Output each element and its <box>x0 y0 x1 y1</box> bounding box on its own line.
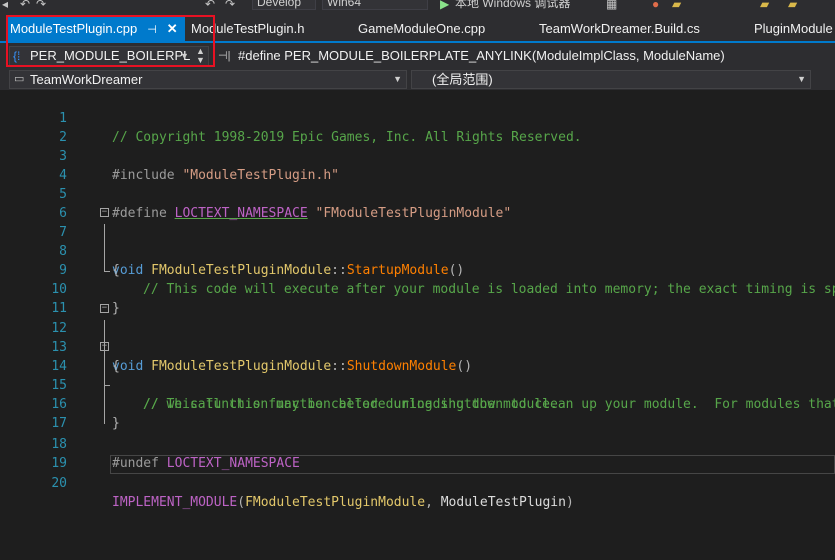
code-line: 16 } <box>0 376 835 431</box>
tab-moduletestplugin-cpp[interactable]: ModuleTestPlugin.cpp ⊣ ✕ <box>6 17 185 41</box>
code-line: 9 // This code will execute after your m… <box>0 242 835 297</box>
parentheses: ) <box>565 495 574 510</box>
undo-icon[interactable]: ↶ <box>20 0 30 11</box>
tab-pluginmodule[interactable]: PluginModule <box>748 17 835 41</box>
tab-label: GameModuleOne.cpp <box>358 21 486 36</box>
pin-icon[interactable]: ⊣ <box>147 18 157 42</box>
chevron-down-icon[interactable]: ▼ <box>797 71 806 88</box>
member-dropdown-value: PER_MODULE_BOILERPL <box>30 48 191 63</box>
scope-dropdown[interactable]: (全局范围) ▼ <box>411 70 811 89</box>
folder-icon[interactable]: ▰ <box>672 0 681 11</box>
tool-icon[interactable]: ● <box>652 0 659 11</box>
tab-label: ModuleTestPlugin.cpp <box>10 21 138 36</box>
code-line: 18 #undef LOCTEXT_NAMESPACE <box>0 416 835 471</box>
tab-teamworkdreamer-build-cs[interactable]: TeamWorkDreamer.Build.cs <box>533 17 706 41</box>
tab-moduletestplugin-h[interactable]: ModuleTestPlugin.h <box>185 17 310 41</box>
tab-label: ModuleTestPlugin.h <box>191 21 305 36</box>
tab-gamemoduleone-cpp[interactable]: GameModuleOne.cpp <box>352 17 491 41</box>
collapse-icon[interactable]: − <box>100 342 109 351</box>
attach-icon[interactable]: ▦ <box>606 0 617 11</box>
solution-platform-combo[interactable]: Win64 <box>322 0 428 10</box>
code-line: 1 // Copyright 1998-2019 Epic Games, Inc… <box>0 90 835 145</box>
project-dropdown[interactable]: ▭ TeamWorkDreamer ▼ <box>9 70 407 89</box>
close-icon[interactable]: ✕ <box>167 17 178 41</box>
project-icon: ▭ <box>14 73 25 85</box>
code-line: 19 <box>0 435 835 471</box>
scope-dropdown-value: (全局范围) <box>432 72 493 87</box>
chevron-down-icon[interactable]: ▼ <box>180 47 189 65</box>
define-icon: ⊣| <box>218 50 231 62</box>
code-line: 13 { <box>0 319 835 374</box>
code-line: 4 <box>0 147 835 183</box>
bookmark-next-icon[interactable]: ▰ <box>788 0 797 11</box>
code-line: 20 IMPLEMENT_MODULE(FModuleTestPluginMod… <box>0 455 835 510</box>
line-number: 20 <box>51 476 67 491</box>
spinner-icon[interactable]: ▲ ▼ <box>196 47 205 65</box>
toolbar: ◂ ↶ ↷ ↶ ↷ Develop Win64 ▶ 本地 Windows 调试器… <box>0 0 835 17</box>
collapse-icon[interactable]: − <box>100 304 109 313</box>
code-line: 17 <box>0 395 835 431</box>
code-text: IMPLEMENT_MODULE(FModuleTestPluginModule… <box>112 493 574 512</box>
parentheses: ( <box>237 495 246 510</box>
bookmark-icon[interactable]: ▰ <box>760 0 769 11</box>
member-dropdown[interactable]: {⁞ PER_MODULE_BOILERPL ▼ ▲ ▼ <box>9 46 209 66</box>
code-line: 8 { <box>0 223 835 278</box>
code-line: 2 <box>0 109 835 145</box>
solution-config-label: Develop <box>257 0 302 9</box>
start-debug-icon[interactable]: ▶ <box>440 0 449 11</box>
macro-name: IMPLEMENT_MODULE <box>112 495 238 510</box>
comma: , <box>425 495 441 510</box>
macro-definition: #define PER_MODULE_BOILERPLATE_ANYLINK(M… <box>238 48 725 63</box>
project-dropdown-value: TeamWorkDreamer <box>30 72 143 87</box>
document-tab-strip: ModuleTestPlugin.cpp ⊣ ✕ ModuleTestPlugin.… <box>0 17 835 43</box>
solution-platform-label: Win64 <box>327 0 362 9</box>
identifier: ModuleTestPlugin <box>440 495 566 510</box>
nav-back-icon[interactable]: ◂ <box>2 0 8 11</box>
chevron-down-icon[interactable]: ▼ <box>393 71 402 88</box>
code-line: 14 − // This function may be called duri… <box>0 338 835 413</box>
redo-dropdown-icon[interactable]: ↷ <box>225 0 235 11</box>
debug-target-button[interactable]: 本地 Windows 调试器 <box>455 0 570 11</box>
class-name: FModuleTestPluginModule <box>245 495 426 510</box>
collapse-icon[interactable]: − <box>100 208 109 217</box>
code-line: 5 #define LOCTEXT_NAMESPACE "FModuleTest… <box>0 166 835 221</box>
scope-bar: ▭ TeamWorkDreamer ▼ (全局范围) ▼ <box>0 69 835 90</box>
code-line: 11 <box>0 280 835 316</box>
tab-label: PluginModule <box>754 21 833 36</box>
code-line: 7 − void FModuleTestPluginModule::Startu… <box>0 204 835 279</box>
tab-label: TeamWorkDreamer.Build.cs <box>539 21 700 36</box>
code-line: 15 // we call this function before unloa… <box>0 357 835 412</box>
code-line: 10 } <box>0 261 835 316</box>
navigation-bar: {⁞ PER_MODULE_BOILERPL ▼ ▲ ▼ ⊣| #define P… <box>0 43 835 69</box>
redo-icon[interactable]: ↷ <box>36 0 46 11</box>
code-line: 6 <box>0 185 835 221</box>
undo-dropdown-icon[interactable]: ↶ <box>205 0 215 11</box>
code-editor[interactable]: 1 // Copyright 1998-2019 Epic Games, Inc… <box>0 90 835 560</box>
macro-icon: {⁞ <box>13 49 21 63</box>
solution-config-combo[interactable]: Develop <box>252 0 316 10</box>
code-line: 3 #include "ModuleTestPlugin.h" <box>0 128 835 183</box>
code-line: 12 − void FModuleTestPluginModule::Shutd… <box>0 300 835 375</box>
